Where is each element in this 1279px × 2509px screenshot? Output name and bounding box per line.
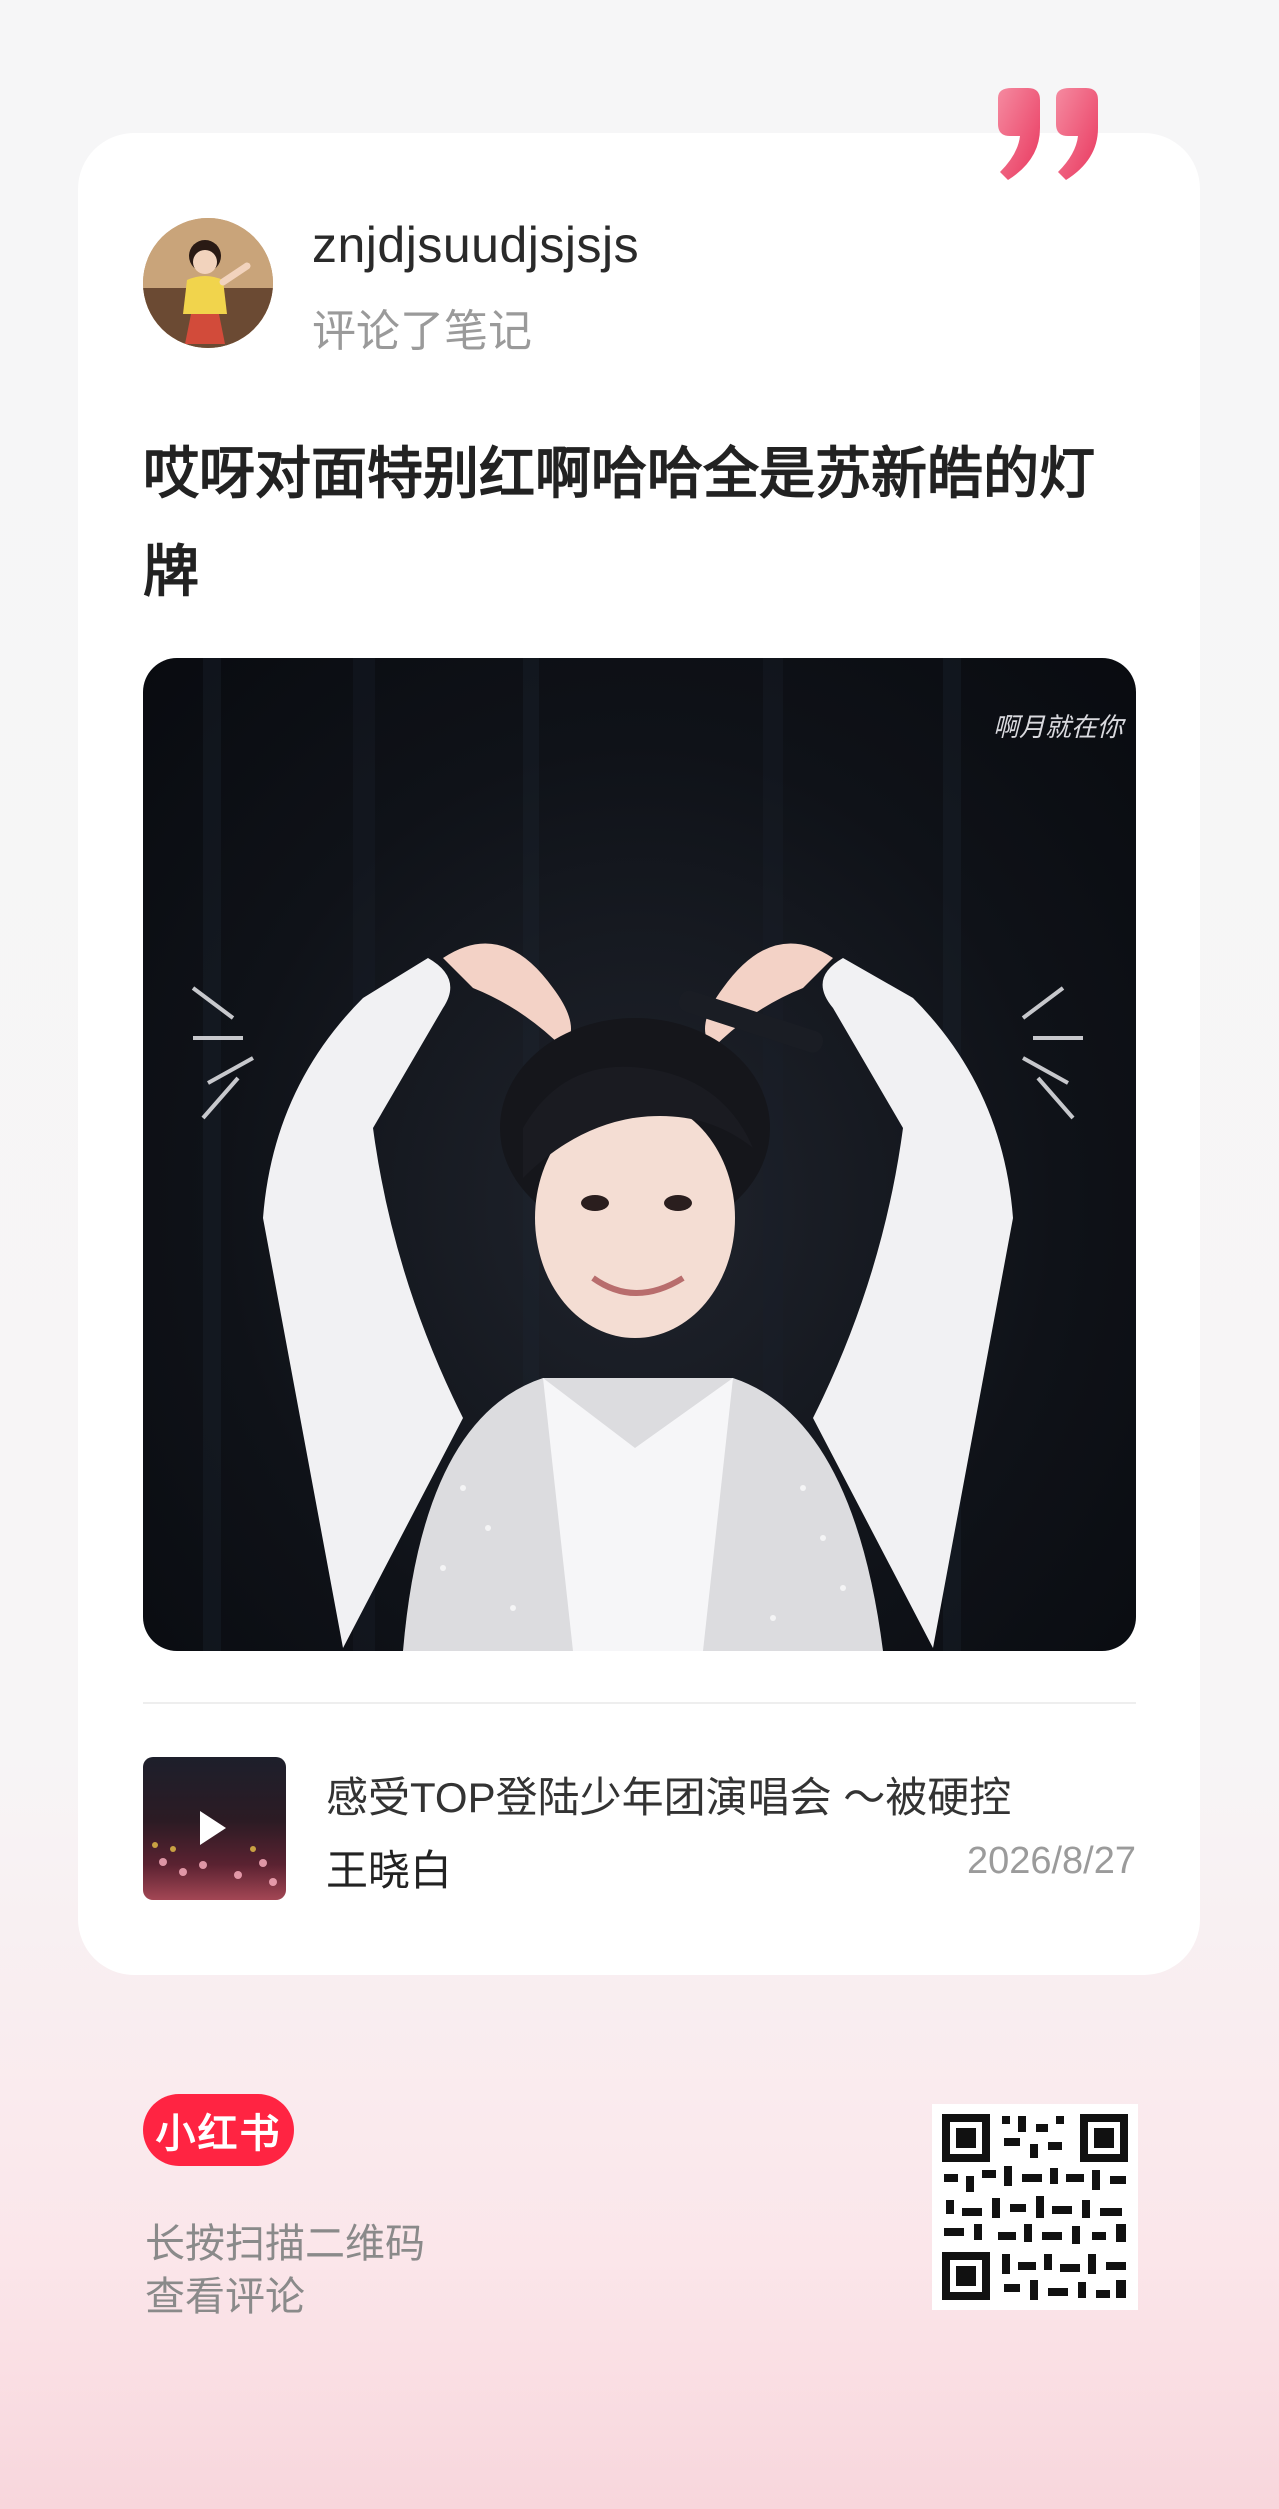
note-title[interactable]: 感受TOP登陆少年团演唱会 ～被硬控 bbox=[326, 1764, 1011, 1825]
photo-watermark: 啊月就在你 bbox=[993, 713, 1127, 743]
note-thumbnail[interactable] bbox=[143, 1757, 286, 1900]
comment-text: 哎呀对面特别红啊哈哈全是苏新皓的灯牌 bbox=[143, 442, 1095, 603]
quote-icon bbox=[998, 88, 1098, 180]
scan-instruction-line2: 查看评论 bbox=[145, 2275, 305, 2319]
divider bbox=[143, 1702, 1136, 1704]
note-date: 2026/8/27 bbox=[966, 1840, 1136, 1882]
xiaohongshu-logo: 小红书 bbox=[143, 2094, 294, 2166]
qr-code[interactable] bbox=[932, 2104, 1138, 2310]
scan-instruction-line1: 长按扫描二维码 bbox=[145, 2222, 425, 2266]
note-author[interactable]: 王晓白 bbox=[326, 1837, 452, 1898]
avatar[interactable] bbox=[143, 218, 273, 348]
username[interactable]: znjdjsuudjsjsjs bbox=[312, 216, 639, 274]
action-text: 评论了笔记 bbox=[312, 307, 532, 356]
play-icon bbox=[200, 1811, 226, 1845]
post-photo[interactable]: 啊月就在你 bbox=[143, 658, 1136, 1651]
